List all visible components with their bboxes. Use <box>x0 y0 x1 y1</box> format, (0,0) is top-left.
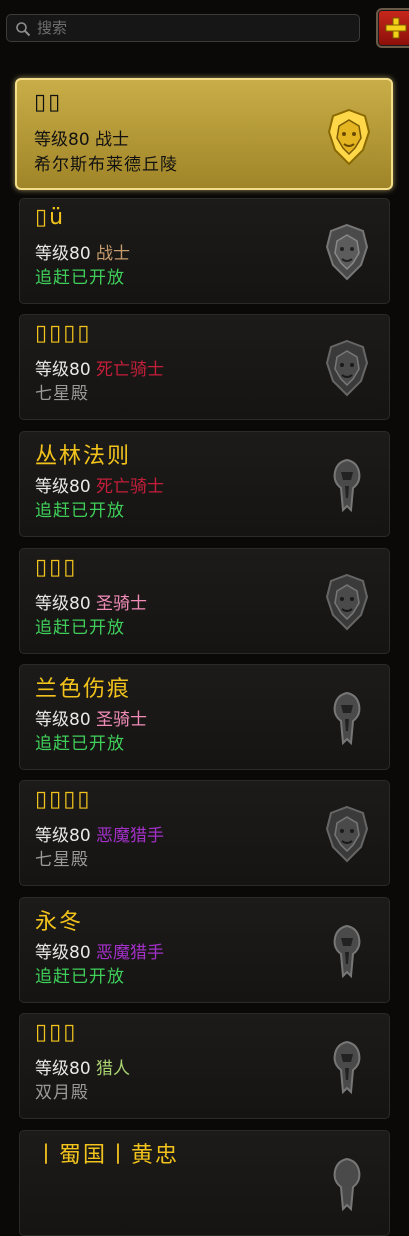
search-input[interactable] <box>37 17 355 39</box>
class-label: 圣骑士 <box>96 710 148 730</box>
character-status: 追赶已开放 <box>35 967 125 987</box>
character-name: ▯▯▯ <box>35 555 78 580</box>
character-level-class: 等级80 圣骑士 <box>35 589 147 614</box>
character-card[interactable]: ▯▯▯ 等级80 圣骑士 追赶已开放 <box>19 548 390 654</box>
character-level-class: 等级80 战士 <box>35 239 130 264</box>
character-card[interactable]: 兰色伤痕 等级80 圣骑士 追赶已开放 <box>19 664 390 770</box>
character-name: 丨蜀国丨黄忠 <box>35 1143 180 1168</box>
horde-crest-icon <box>333 691 361 746</box>
class-label: 死亡骑士 <box>96 477 165 497</box>
top-bar <box>0 0 409 58</box>
level-label: 等级80 <box>35 360 91 380</box>
class-label: 圣骑士 <box>96 594 148 614</box>
character-level-class: 等级80 恶魔猎手 <box>35 938 164 963</box>
level-label: 等级80 <box>35 943 91 963</box>
search-box[interactable] <box>6 14 360 42</box>
character-name: ▯▯▯▯ <box>35 321 92 346</box>
character-card[interactable]: 丨蜀国丨黄忠 <box>19 1130 390 1236</box>
level-label: 等级80 <box>35 710 91 730</box>
character-level-class: 等级80 战士 <box>34 125 129 150</box>
character-name: 兰色伤痕 <box>35 677 132 702</box>
character-card[interactable]: ▯▯▯ 等级80 猎人 双月殿 <box>19 1013 390 1119</box>
character-card[interactable]: ▯ü 等级80 战士 追赶已开放 <box>19 198 390 304</box>
character-level-class: 等级80 猎人 <box>35 1054 130 1079</box>
class-label: 恶魔猎手 <box>96 826 165 846</box>
character-level-class: 等级80 恶魔猎手 <box>35 821 164 846</box>
class-label: 战士 <box>95 130 130 150</box>
horde-crest-icon <box>333 1040 361 1095</box>
character-card[interactable]: ▯▯▯▯ 等级80 死亡骑士 七星殿 <box>19 314 390 420</box>
character-name: ▯▯ <box>34 90 63 115</box>
character-card[interactable]: 丛林法则 等级80 死亡骑士 追赶已开放 <box>19 431 390 537</box>
character-card[interactable]: ▯▯ 等级80 战士 希尔斯布莱德丘陵 <box>15 78 393 190</box>
class-label: 战士 <box>96 244 131 264</box>
level-label: 等级80 <box>35 826 91 846</box>
level-label: 等级80 <box>34 130 90 150</box>
character-status: 追赶已开放 <box>35 268 125 288</box>
level-label: 等级80 <box>35 1059 91 1079</box>
character-realm: 七星殿 <box>35 850 89 870</box>
horde-crest-icon <box>333 458 361 513</box>
character-realm: 七星殿 <box>35 384 89 404</box>
character-name: ▯▯▯▯ <box>35 787 92 812</box>
character-status: 追赶已开放 <box>35 734 125 754</box>
add-character-button[interactable] <box>376 8 409 48</box>
character-name: 丛林法则 <box>35 444 132 469</box>
alliance-crest-icon <box>325 573 369 631</box>
level-label: 等级80 <box>35 244 91 264</box>
character-level-class: 等级80 死亡骑士 <box>35 472 164 497</box>
alliance-crest-icon <box>327 108 371 166</box>
class-label: 死亡骑士 <box>96 360 165 380</box>
character-realm: 双月殿 <box>35 1083 89 1103</box>
plus-icon <box>385 17 407 39</box>
character-level-class: 等级80 死亡骑士 <box>35 355 164 380</box>
character-card[interactable]: 永冬 等级80 恶魔猎手 追赶已开放 <box>19 897 390 1003</box>
character-name: 永冬 <box>35 910 84 935</box>
alliance-crest-icon <box>325 339 369 397</box>
level-label: 等级80 <box>35 477 91 497</box>
horde-crest-icon <box>333 924 361 979</box>
character-status: 追赶已开放 <box>35 501 125 521</box>
alliance-crest-icon <box>325 223 369 281</box>
class-label: 猎人 <box>96 1059 131 1079</box>
character-level-class: 等级80 圣骑士 <box>35 705 147 730</box>
search-icon <box>16 22 31 37</box>
alliance-crest-icon <box>325 805 369 863</box>
character-name: ▯ü <box>35 205 66 230</box>
horde-crest-icon <box>333 1157 361 1212</box>
character-card[interactable]: ▯▯▯▯ 等级80 恶魔猎手 七星殿 <box>19 780 390 886</box>
level-label: 等级80 <box>35 594 91 614</box>
character-name: ▯▯▯ <box>35 1020 78 1045</box>
character-status: 追赶已开放 <box>35 618 125 638</box>
character-realm: 希尔斯布莱德丘陵 <box>34 155 178 175</box>
class-label: 恶魔猎手 <box>96 943 165 963</box>
